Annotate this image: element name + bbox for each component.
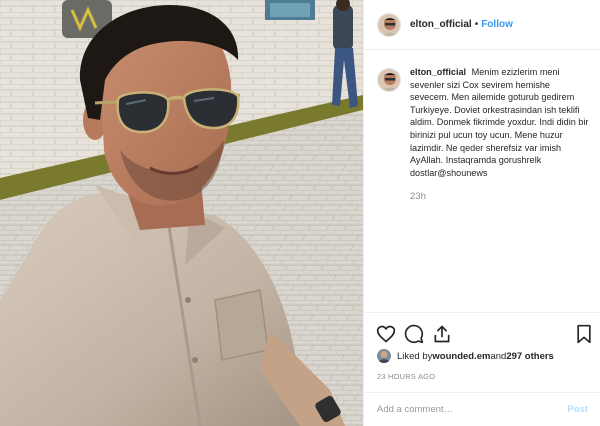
- selfie-image: [0, 0, 363, 426]
- likes-count[interactable]: 297 others: [506, 351, 554, 362]
- post-side-panel: elton_official • Follow elton_official M…: [363, 0, 600, 426]
- comment-bar: Post: [364, 392, 600, 426]
- caption-timestamp[interactable]: 23h: [410, 191, 589, 202]
- likes-summary: Liked by wounded.em and 297 others: [377, 349, 554, 363]
- caption-username[interactable]: elton_official: [410, 67, 466, 77]
- comment-input[interactable]: [377, 404, 568, 415]
- liked-by-prefix: Liked by: [397, 350, 433, 362]
- caption-text: elton_official Menim ezizlerim meni seve…: [410, 66, 589, 179]
- follow-button[interactable]: Follow: [481, 19, 513, 30]
- liked-by-and: and: [490, 350, 507, 362]
- caption-comment: elton_official Menim ezizlerim meni seve…: [377, 66, 589, 202]
- separator-dot: •: [474, 19, 479, 30]
- liker-avatar[interactable]: [377, 349, 391, 363]
- comment-bubble-icon[interactable]: [404, 324, 424, 344]
- share-icon[interactable]: [432, 324, 452, 344]
- heart-icon[interactable]: [376, 324, 396, 344]
- caption-avatar[interactable]: [377, 68, 401, 92]
- header-username[interactable]: elton_official: [410, 19, 472, 30]
- avatar[interactable]: [377, 12, 401, 37]
- post-comment-button[interactable]: Post: [567, 404, 588, 415]
- post-header: elton_official • Follow: [364, 0, 600, 50]
- posted-timestamp[interactable]: 23 HOURS AGO: [377, 372, 435, 381]
- caption-message: Menim ezizlerim meni sevenler sizi Cox s…: [410, 67, 589, 178]
- post-photo[interactable]: [0, 0, 363, 426]
- liked-by-user[interactable]: wounded.em: [432, 351, 490, 362]
- bookmark-icon[interactable]: [575, 324, 593, 344]
